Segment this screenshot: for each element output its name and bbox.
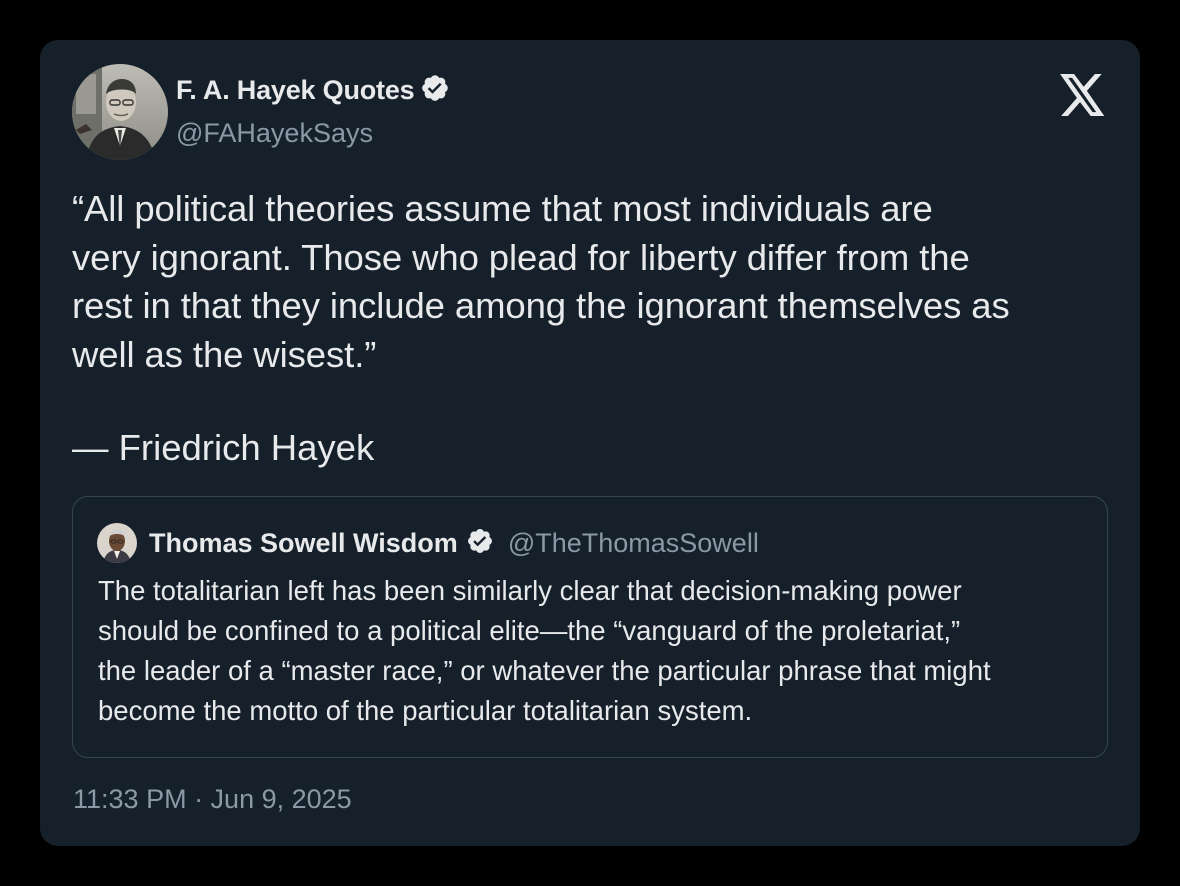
tweet-card: F. A. Hayek Quotes @FAHayekSays “All pol…: [40, 40, 1140, 846]
tweet-timestamp[interactable]: 11:33 PM · Jun 9, 2025: [73, 784, 352, 815]
verified-badge-icon: [420, 73, 450, 108]
author-display-name[interactable]: F. A. Hayek Quotes: [176, 75, 415, 106]
quoted-author-avatar[interactable]: [97, 523, 137, 563]
author-avatar[interactable]: [72, 64, 168, 160]
quoted-tweet[interactable]: Thomas Sowell Wisdom @TheThomasSowell Th…: [72, 496, 1108, 758]
quoted-tweet-text: The totalitarian left has been similarly…: [98, 575, 991, 726]
tweet-attribution: — Friedrich Hayek: [72, 427, 375, 468]
quoted-handle[interactable]: @TheThomasSowell: [508, 528, 759, 559]
quoted-display-name[interactable]: Thomas Sowell Wisdom: [149, 528, 458, 559]
tweet-text: “All political theories assume that most…: [72, 188, 1010, 375]
author-handle[interactable]: @FAHayekSays: [176, 118, 373, 149]
verified-badge-icon: [466, 527, 494, 560]
x-logo-icon[interactable]: [1060, 74, 1106, 116]
